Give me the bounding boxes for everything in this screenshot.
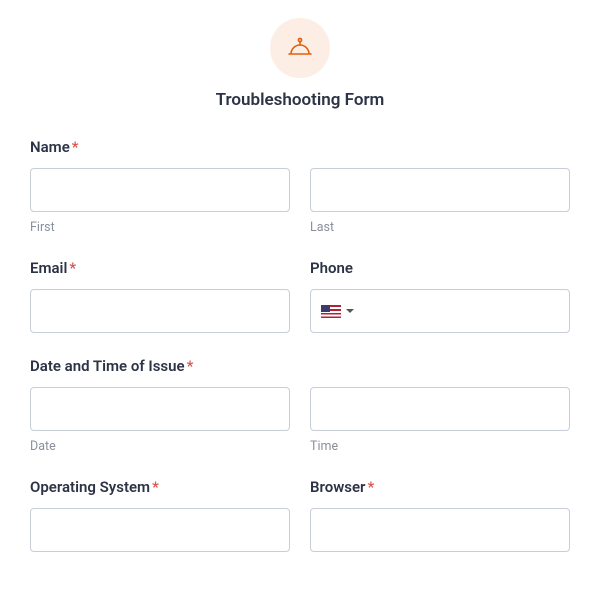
phone-label-text: Phone	[310, 259, 353, 277]
last-name-input[interactable]	[310, 168, 570, 212]
date-sublabel: Date	[30, 439, 290, 454]
form-container: Troubleshooting Form Name* First Last Em…	[0, 0, 600, 552]
os-required: *	[152, 478, 159, 496]
form-header: Troubleshooting Form	[30, 18, 570, 110]
first-name-input[interactable]	[30, 168, 290, 212]
us-flag-icon	[321, 305, 341, 318]
form-title: Troubleshooting Form	[30, 90, 570, 110]
last-name-sublabel: Last	[310, 220, 570, 235]
datetime-label-text: Date and Time of Issue	[30, 357, 185, 375]
browser-label-text: Browser	[310, 478, 365, 496]
name-label-text: Name	[30, 138, 70, 156]
phone-label: Phone	[310, 259, 570, 277]
time-input[interactable]	[310, 387, 570, 431]
email-required: *	[69, 259, 76, 277]
name-group: Name* First Last	[30, 138, 570, 235]
time-sublabel: Time	[310, 439, 570, 454]
bell-icon-circle	[270, 18, 330, 78]
datetime-group: Date and Time of Issue* Date Time	[30, 357, 570, 454]
bell-icon	[284, 32, 316, 64]
email-phone-row: Email* Phone	[30, 259, 570, 333]
datetime-required: *	[187, 357, 194, 375]
browser-label: Browser*	[310, 478, 570, 496]
datetime-label: Date and Time of Issue*	[30, 357, 570, 375]
name-required: *	[72, 138, 79, 156]
email-label-text: Email	[30, 259, 67, 277]
os-input[interactable]	[30, 508, 290, 552]
email-label: Email*	[30, 259, 290, 277]
os-label-text: Operating System	[30, 478, 150, 496]
browser-required: *	[367, 478, 374, 496]
date-input[interactable]	[30, 387, 290, 431]
os-browser-row: Operating System* Browser*	[30, 478, 570, 552]
first-name-sublabel: First	[30, 220, 290, 235]
name-label: Name*	[30, 138, 570, 156]
phone-input[interactable]	[310, 289, 570, 333]
browser-input[interactable]	[310, 508, 570, 552]
email-input[interactable]	[30, 289, 290, 333]
chevron-down-icon	[346, 309, 354, 313]
os-label: Operating System*	[30, 478, 290, 496]
